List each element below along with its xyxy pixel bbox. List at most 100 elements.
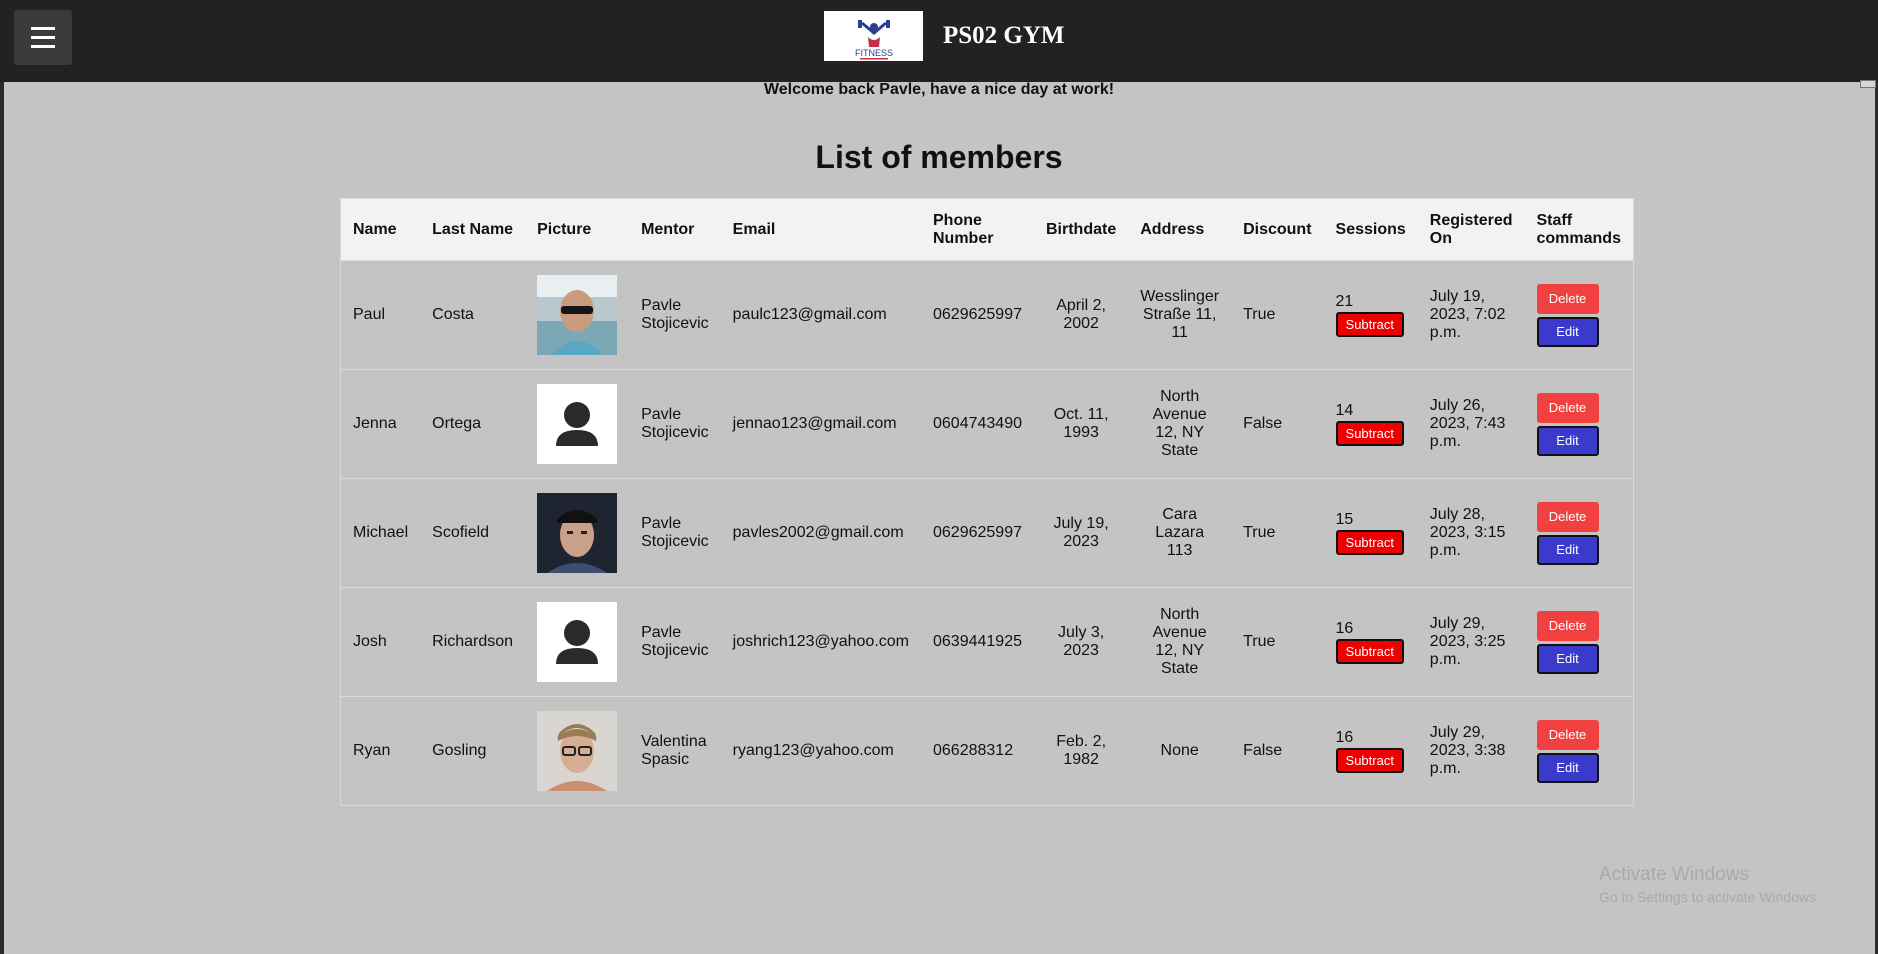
- member-discount: True: [1231, 587, 1324, 697]
- page-title: List of members: [815, 139, 1063, 175]
- column-header-staff-commands: Staff commands: [1524, 198, 1634, 261]
- delete-button[interactable]: Delete: [1536, 501, 1599, 532]
- member-email: ryang123@yahoo.com: [720, 696, 921, 806]
- member-email: paulc123@gmail.com: [720, 260, 921, 370]
- member-mentor: Pavle Stojicevic: [629, 260, 721, 370]
- member-last-name: Ortega: [420, 369, 526, 479]
- column-header-picture: Picture: [525, 198, 630, 261]
- member-last-name: Gosling: [420, 696, 526, 806]
- column-header-registered-on: Registered On: [1417, 198, 1525, 261]
- member-phone: 0639441925: [921, 587, 1034, 697]
- member-registered-on: July 29, 2023, 3:25 p.m.: [1417, 587, 1525, 697]
- subtract-button[interactable]: Subtract: [1335, 530, 1404, 555]
- member-email: jennao123@gmail.com: [720, 369, 921, 479]
- member-photo: [537, 493, 618, 573]
- welcome-message: Welcome back Pavle, have a nice day at w…: [763, 81, 1115, 98]
- member-mentor: Pavle Stojicevic: [629, 478, 721, 588]
- member-birthdate: July 3, 2023: [1033, 587, 1129, 697]
- member-registered-on: July 29, 2023, 3:38 p.m.: [1417, 696, 1525, 806]
- column-header-mentor: Mentor: [629, 198, 721, 261]
- default-avatar-icon: [537, 384, 618, 464]
- top-navbar: FITNESS PS02 GYM: [0, 0, 1878, 82]
- member-discount: False: [1231, 369, 1324, 479]
- subtract-button[interactable]: Subtract: [1335, 312, 1404, 337]
- delete-button[interactable]: Delete: [1536, 610, 1599, 641]
- column-header-name: Name: [340, 198, 421, 261]
- column-header-sessions: Sessions: [1323, 198, 1418, 261]
- brand-title: PS02 GYM: [943, 22, 1065, 49]
- member-address: None: [1128, 696, 1232, 806]
- member-mentor: Pavle Stojicevic: [629, 587, 721, 697]
- member-phone: 0604743490: [921, 369, 1034, 479]
- member-address: North Avenue 12, NY State: [1128, 587, 1232, 697]
- page-left-edge: [0, 82, 4, 954]
- delete-button[interactable]: Delete: [1536, 392, 1599, 423]
- member-photo: [537, 275, 618, 355]
- member-address: Cara Lazara 113: [1128, 478, 1232, 588]
- member-registered-on: July 26, 2023, 7:43 p.m.: [1417, 369, 1525, 479]
- table-row: Paul Costa Pavle Stojicevic paulc123@gma…: [340, 260, 1634, 370]
- table-row: Ryan Gosling Valentina Spasic ryang123@y…: [340, 696, 1634, 806]
- member-name: Jenna: [340, 369, 421, 479]
- edit-button[interactable]: Edit: [1536, 643, 1599, 674]
- column-header-email: Email: [720, 198, 921, 261]
- member-birthdate: Oct. 11, 1993: [1033, 369, 1129, 479]
- watermark-subtitle: Go to Settings to activate Windows.: [1599, 889, 1820, 905]
- member-discount: False: [1231, 696, 1324, 806]
- member-last-name: Richardson: [420, 587, 526, 697]
- subtract-button[interactable]: Subtract: [1335, 748, 1404, 773]
- member-address: North Avenue 12, NY State: [1128, 369, 1232, 479]
- column-header-discount: Discount: [1231, 198, 1324, 261]
- table-row: Michael Scofield Pavle Stojicevic pavles…: [340, 478, 1634, 588]
- member-photo: [537, 711, 618, 791]
- activate-windows-watermark: Activate Windows Go to Settings to activ…: [1599, 864, 1820, 905]
- member-sessions: 15: [1335, 511, 1354, 528]
- table-header-row: Name Last Name Picture Mentor Email Phon…: [340, 198, 1634, 261]
- table-row: Jenna Ortega Pavle Stojicevic jennao123@…: [340, 369, 1634, 479]
- column-header-phone: Phone Number: [921, 198, 1034, 261]
- table-row: Josh Richardson Pavle Stojicevic joshric…: [340, 587, 1634, 697]
- logo-text: FITNESS: [855, 48, 893, 58]
- member-last-name: Costa: [420, 260, 526, 370]
- member-name: Paul: [340, 260, 421, 370]
- edit-button[interactable]: Edit: [1536, 534, 1599, 565]
- member-phone: 0629625997: [921, 478, 1034, 588]
- member-discount: True: [1231, 260, 1324, 370]
- member-name: Josh: [340, 587, 421, 697]
- default-avatar-icon: [537, 602, 618, 682]
- delete-button[interactable]: Delete: [1536, 719, 1599, 750]
- subtract-button[interactable]: Subtract: [1335, 421, 1404, 446]
- member-name: Ryan: [340, 696, 421, 806]
- delete-button[interactable]: Delete: [1536, 283, 1599, 314]
- column-header-address: Address: [1128, 198, 1232, 261]
- member-phone: 0629625997: [921, 260, 1034, 370]
- member-registered-on: July 19, 2023, 7:02 p.m.: [1417, 260, 1525, 370]
- member-birthdate: April 2, 2002: [1033, 260, 1129, 370]
- edit-button[interactable]: Edit: [1536, 425, 1599, 456]
- member-registered-on: July 28, 2023, 3:15 p.m.: [1417, 478, 1525, 588]
- member-last-name: Scofield: [420, 478, 526, 588]
- column-header-last-name: Last Name: [420, 198, 526, 261]
- member-sessions: 14: [1335, 402, 1354, 419]
- edit-button[interactable]: Edit: [1536, 316, 1599, 347]
- gym-logo[interactable]: FITNESS: [824, 11, 923, 61]
- member-address: Wesslinger Straße 11, 11: [1128, 260, 1232, 370]
- member-email: joshrich123@yahoo.com: [720, 587, 921, 697]
- member-mentor: Pavle Stojicevic: [629, 369, 721, 479]
- member-sessions: 16: [1335, 620, 1354, 637]
- member-discount: True: [1231, 478, 1324, 588]
- member-name: Michael: [340, 478, 421, 588]
- member-birthdate: July 19, 2023: [1033, 478, 1129, 588]
- member-sessions: 21: [1335, 293, 1354, 310]
- members-table: Name Last Name Picture Mentor Email Phon…: [340, 198, 1634, 806]
- member-phone: 066288312: [921, 696, 1034, 806]
- column-header-birthdate: Birthdate: [1033, 198, 1129, 261]
- member-sessions: 16: [1335, 729, 1354, 746]
- member-mentor: Valentina Spasic: [629, 696, 721, 806]
- subtract-button[interactable]: Subtract: [1335, 639, 1404, 664]
- member-birthdate: Feb. 2, 1982: [1033, 696, 1129, 806]
- edit-button[interactable]: Edit: [1536, 752, 1599, 783]
- watermark-title: Activate Windows: [1599, 864, 1749, 885]
- member-email: pavles2002@gmail.com: [720, 478, 921, 588]
- hamburger-menu-icon[interactable]: [14, 10, 72, 65]
